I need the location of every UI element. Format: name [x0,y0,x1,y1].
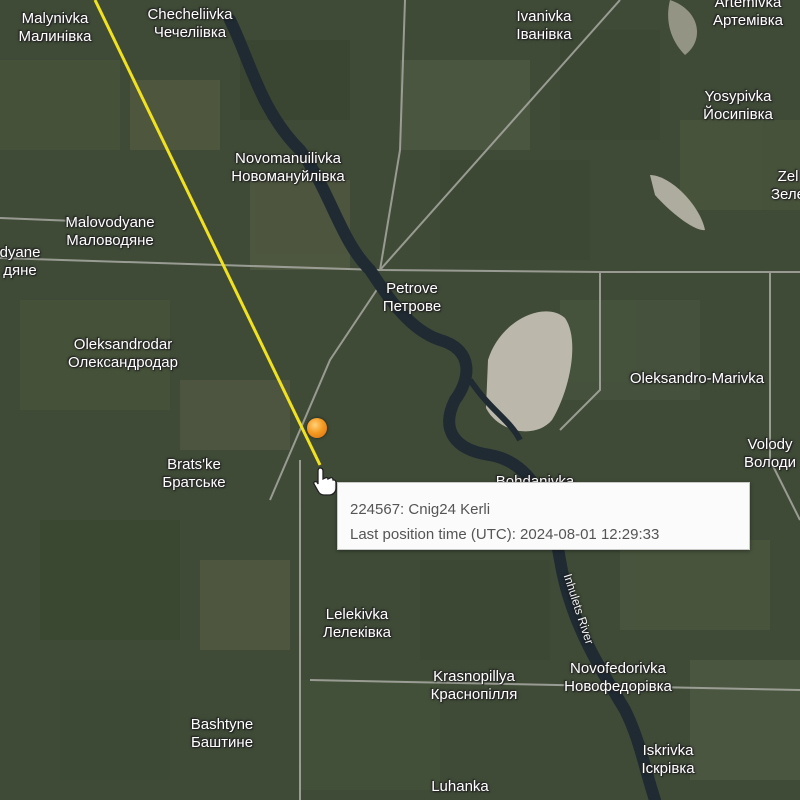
location-marker-icon[interactable] [307,418,327,438]
place-label-bratske: Brats'ke Братське [162,456,226,491]
popup-id-line: 224567: Cnig24 Kerli [350,501,491,518]
place-label-volody: Volody Володи [743,436,797,471]
place-label-ivanivka: Ivanivka Іванівка [516,8,572,43]
place-label-oleksandro-marivka: Oleksandro-Marivka [629,370,765,387]
place-label-lelekivka: Lelekivka Лелеківка [323,606,391,641]
place-label-oleksandrodar: Oleksandrodar Олександродар [68,336,178,371]
place-label-malovodyane: Malovodyane Маловодяне [65,214,155,249]
popup-time-line: Last position time (UTC): 2024-08-01 12:… [350,526,660,543]
hand-pointer-icon [313,467,337,496]
place-label-luhanka: Luhanka [431,778,489,795]
satellite-map[interactable]: Malynivka Малинівка Checheliivka Чечеліівк… [0,0,800,800]
map-terrain [0,0,800,800]
vessel-info-popup[interactable]: 224567: Cnig24 Kerli Last position time … [337,482,750,550]
place-label-malynivka: Malynivka Малинівка [18,10,92,45]
place-label-krasnopillya: Krasnopillya Краснопілля [430,668,518,703]
place-label-zel: ZelЗеле [771,168,800,203]
place-label-petrove: Petrove Петрове [382,280,442,315]
place-label-artemivka: Artemivka Артемівка [713,0,783,29]
place-label-chechelivka: Checheliivka Чечеліівка [147,6,233,41]
place-label-yosypivka: Yosypivka Йосипівка [703,88,773,123]
place-label-iskrivka: Iskrivka Іскрівка [641,742,695,777]
place-label-novofedorivka: Novofedorivka Новофедорівка [564,660,672,695]
place-label-novomanuilivka: Novomanuilivka Новомануйлівка [231,150,345,185]
place-label-dyane: dyane дяне [0,244,41,279]
place-label-bashtyne: Bashtyne Баштине [190,716,254,751]
